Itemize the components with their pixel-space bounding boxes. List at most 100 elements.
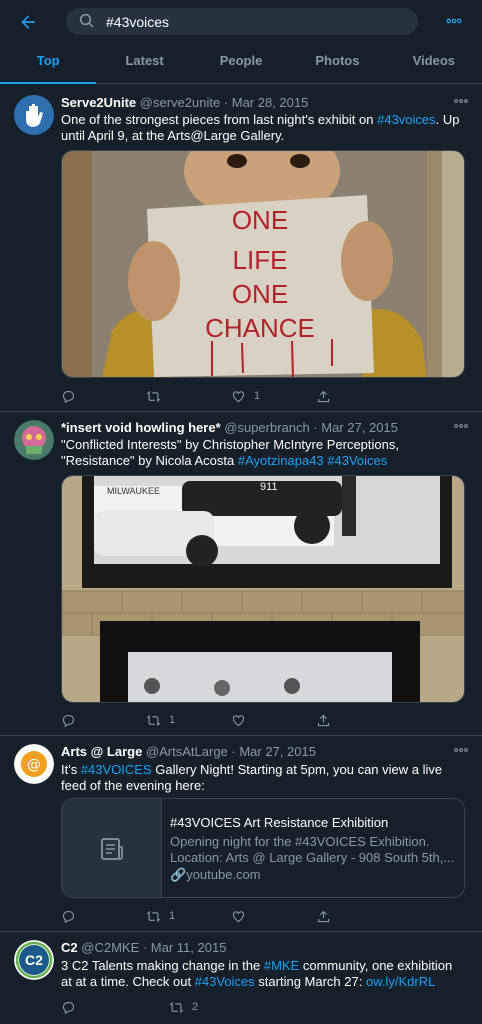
tab-videos[interactable]: Videos bbox=[386, 44, 482, 84]
sign-text-line: ONE bbox=[232, 205, 288, 235]
image-label: MILWAUKEE bbox=[107, 486, 160, 496]
retweet-count: 1 bbox=[169, 714, 176, 726]
reply-icon bbox=[62, 910, 75, 923]
search-icon bbox=[79, 13, 94, 28]
reply-icon bbox=[62, 390, 75, 403]
tweet-actions: 1 bbox=[61, 907, 401, 925]
reply-button[interactable] bbox=[61, 998, 169, 1016]
svg-text:@: @ bbox=[27, 757, 41, 773]
author-meta: @serve2unite · Mar 28, 2015 bbox=[139, 95, 309, 110]
share-icon bbox=[317, 390, 330, 402]
avatar[interactable] bbox=[14, 95, 54, 135]
tweet-actions: 2 bbox=[61, 998, 401, 1016]
author-meta: @superbranch · Mar 27, 2015 bbox=[224, 420, 398, 435]
heart-icon bbox=[232, 714, 245, 726]
tweet-text: "Conflicted Interests" by Christopher Mc… bbox=[61, 437, 465, 469]
tweet-text: One of the strongest pieces from last ni… bbox=[61, 112, 465, 144]
back-arrow-icon[interactable] bbox=[14, 8, 42, 36]
tweet[interactable]: @ Arts @ Large @ArtsAtLarge · Mar 27, 20… bbox=[0, 736, 482, 932]
search-header: Top Latest People Photos Videos bbox=[0, 0, 482, 84]
search-tabs: Top Latest People Photos Videos bbox=[0, 44, 482, 84]
retweet-button[interactable]: 1 bbox=[146, 711, 231, 729]
tweet[interactable]: *insert void howling here* @superbranch … bbox=[0, 412, 482, 736]
author-name[interactable]: Serve2Unite bbox=[61, 95, 136, 110]
hashtag-link[interactable]: #43VOICES bbox=[81, 762, 152, 777]
sign-text-line: CHANCE bbox=[205, 313, 315, 343]
tab-latest[interactable]: Latest bbox=[96, 44, 192, 84]
tweet-text: It's #43VOICES Gallery Night! Starting a… bbox=[61, 762, 465, 794]
avatar[interactable] bbox=[14, 420, 54, 460]
retweet-icon bbox=[146, 714, 161, 726]
avatar-text: C2 bbox=[25, 952, 43, 968]
like-count: 1 bbox=[254, 390, 261, 402]
image-label: 911 bbox=[260, 481, 278, 493]
retweet-count: 2 bbox=[192, 1001, 199, 1013]
sign-text-line: ONE bbox=[232, 279, 288, 309]
link-card-title: #43VOICES Art Resistance Exhibition bbox=[170, 815, 389, 830]
tweet-text: 3 C2 Talents making change in the #MKE c… bbox=[61, 958, 465, 990]
hashtag-link[interactable]: #MKE bbox=[264, 958, 299, 973]
reply-icon bbox=[62, 1001, 75, 1014]
reply-button[interactable] bbox=[61, 387, 146, 405]
sign-text-line: LIFE bbox=[233, 245, 288, 275]
link-card-thumbnail bbox=[62, 799, 162, 897]
search-input[interactable] bbox=[106, 11, 406, 32]
reply-button[interactable] bbox=[61, 907, 146, 925]
link-card[interactable]: #43VOICES Art Resistance Exhibition Open… bbox=[61, 798, 465, 898]
hashtag-link[interactable]: #43Voices bbox=[327, 453, 387, 468]
retweet-icon bbox=[146, 390, 161, 402]
text-segment: It's bbox=[61, 762, 81, 777]
like-button[interactable] bbox=[231, 711, 316, 729]
tweet-image[interactable]: ONE LIFE ONE CHANCE bbox=[61, 150, 465, 378]
link-card-domain: 🔗youtube.com bbox=[170, 867, 460, 883]
tab-people[interactable]: People bbox=[193, 44, 289, 84]
hashtag-link[interactable]: #43Voices bbox=[195, 974, 255, 989]
tweet-actions: 1 bbox=[61, 711, 401, 729]
text-segment: starting March 27: bbox=[254, 974, 366, 989]
tab-top[interactable]: Top bbox=[0, 44, 97, 84]
retweet-button[interactable]: 1 bbox=[146, 907, 231, 925]
tab-photos[interactable]: Photos bbox=[289, 44, 385, 84]
share-button[interactable] bbox=[316, 907, 401, 925]
text-segment: 3 C2 Talents making change in the bbox=[61, 958, 264, 973]
retweet-count: 1 bbox=[169, 910, 176, 922]
author-meta: @ArtsAtLarge · Mar 27, 2015 bbox=[145, 744, 316, 759]
share-button[interactable] bbox=[316, 711, 401, 729]
retweet-button[interactable] bbox=[146, 387, 231, 405]
author-meta: @C2MKE · Mar 11, 2015 bbox=[81, 940, 227, 955]
tweet-more-icon[interactable] bbox=[454, 744, 468, 758]
tweet-more-icon[interactable] bbox=[454, 95, 468, 109]
avatar[interactable]: @ bbox=[14, 744, 54, 784]
text-segment: One of the strongest pieces from last ni… bbox=[61, 112, 378, 127]
heart-icon bbox=[232, 910, 245, 922]
tweet-actions: 1 bbox=[61, 387, 401, 405]
more-options-icon[interactable] bbox=[440, 8, 468, 34]
tweet[interactable]: Serve2Unite @serve2unite · Mar 28, 2015 … bbox=[0, 85, 482, 412]
retweet-icon bbox=[146, 910, 161, 922]
link-card-description: Opening night for the #43VOICES Exhibiti… bbox=[170, 834, 455, 865]
like-button[interactable] bbox=[231, 907, 316, 925]
author-name[interactable]: *insert void howling here* bbox=[61, 420, 221, 435]
link-icon: 🔗 bbox=[170, 867, 187, 882]
link-card-domain-text: youtube.com bbox=[186, 867, 261, 882]
hashtag-link[interactable]: #43voices bbox=[377, 112, 436, 127]
url-link[interactable]: ow.ly/KdrRL bbox=[366, 974, 435, 989]
tweet[interactable]: C2 C2 @C2MKE · Mar 11, 2015 3 C2 Talents… bbox=[0, 932, 482, 1024]
reply-button[interactable] bbox=[61, 711, 146, 729]
tweet-image[interactable]: MILWAUKEE 911 bbox=[61, 475, 465, 703]
reply-icon bbox=[62, 714, 75, 727]
search-box[interactable] bbox=[66, 8, 418, 35]
retweet-icon bbox=[169, 1001, 184, 1013]
avatar[interactable]: C2 bbox=[14, 940, 54, 980]
share-icon bbox=[317, 910, 330, 922]
author-name[interactable]: Arts @ Large bbox=[61, 744, 142, 759]
share-icon bbox=[317, 714, 330, 726]
tweet-more-icon[interactable] bbox=[454, 420, 468, 434]
author-name[interactable]: C2 bbox=[61, 940, 78, 955]
retweet-button[interactable]: 2 bbox=[169, 998, 277, 1016]
document-icon bbox=[101, 838, 123, 860]
hashtag-link[interactable]: #Ayotzinapa43 bbox=[238, 453, 324, 468]
share-button[interactable] bbox=[316, 387, 401, 405]
like-button[interactable]: 1 bbox=[231, 387, 316, 405]
heart-icon bbox=[232, 390, 245, 402]
